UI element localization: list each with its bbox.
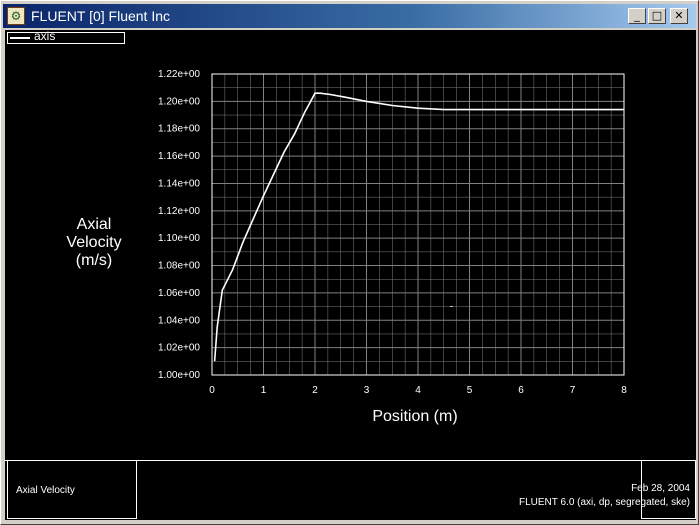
graphics-canvas[interactable]: axis Axial Velocity (m/s) 0 1 2 3 4 5 6 7 8 1.00e… bbox=[5, 30, 696, 520]
footer-date: Feb 28, 2004 bbox=[631, 483, 690, 494]
x-tick-label: 5 bbox=[467, 385, 473, 396]
y-tick-label: 1.06e+00 bbox=[158, 288, 200, 299]
x-tick-label: 7 bbox=[570, 385, 576, 396]
x-tick-label: 8 bbox=[621, 385, 627, 396]
x-tick-label: 6 bbox=[518, 385, 524, 396]
x-tick-label: 2 bbox=[312, 385, 318, 396]
close-button[interactable]: ✕ bbox=[670, 8, 688, 24]
window-title: FLUENT [0] Fluent Inc bbox=[31, 8, 171, 24]
y-tick-label: 1.08e+00 bbox=[158, 261, 200, 272]
y-tick-label: 1.00e+00 bbox=[158, 370, 200, 381]
y-tick-label: 1.18e+00 bbox=[158, 124, 200, 135]
maximize-button[interactable]: □ bbox=[648, 8, 666, 24]
y-tick-label: 1.02e+00 bbox=[158, 343, 200, 354]
title-bar[interactable]: ⚙ FLUENT [0] Fluent Inc _ □ ✕ bbox=[3, 4, 696, 28]
x-tick-label: 4 bbox=[415, 385, 421, 396]
y-tick-label: 1.04e+00 bbox=[158, 315, 200, 326]
xy-plot: 0 1 2 3 4 5 6 7 8 1.00e+00 1.02e+00 1.04e+00 1.06e+0… bbox=[158, 69, 627, 396]
y-tick-label: 1.12e+00 bbox=[158, 206, 200, 217]
fluent-window: ⚙ FLUENT [0] Fluent Inc _ □ ✕ axis Axial… bbox=[0, 0, 699, 525]
x-tick-label: 3 bbox=[364, 385, 370, 396]
footer-title-cell: Axial Velocity bbox=[7, 461, 137, 519]
x-tick-label: 1 bbox=[261, 385, 267, 396]
x-tick-label: 0 bbox=[209, 385, 215, 396]
footer: Axial Velocity Feb 28, 2004 FLUENT 6.0 (… bbox=[5, 460, 696, 520]
y-tick-label: 1.22e+00 bbox=[158, 69, 200, 80]
fluent-app-icon[interactable]: ⚙ bbox=[7, 7, 25, 25]
y-tick-label: 1.16e+00 bbox=[158, 151, 200, 162]
y-tick-label: 1.10e+00 bbox=[158, 233, 200, 244]
footer-version-info: FLUENT 6.0 (axi, dp, segregated, ske) bbox=[518, 497, 690, 508]
annotation-mark: - bbox=[450, 302, 453, 313]
footer-plot-name: Axial Velocity bbox=[16, 485, 75, 496]
minimize-button[interactable]: _ bbox=[628, 8, 646, 24]
y-tick-label: 1.14e+00 bbox=[158, 178, 200, 189]
series-line-axis bbox=[213, 92, 624, 362]
y-tick-label: 1.20e+00 bbox=[158, 96, 200, 107]
x-axis-label: Position (m) bbox=[372, 408, 458, 425]
